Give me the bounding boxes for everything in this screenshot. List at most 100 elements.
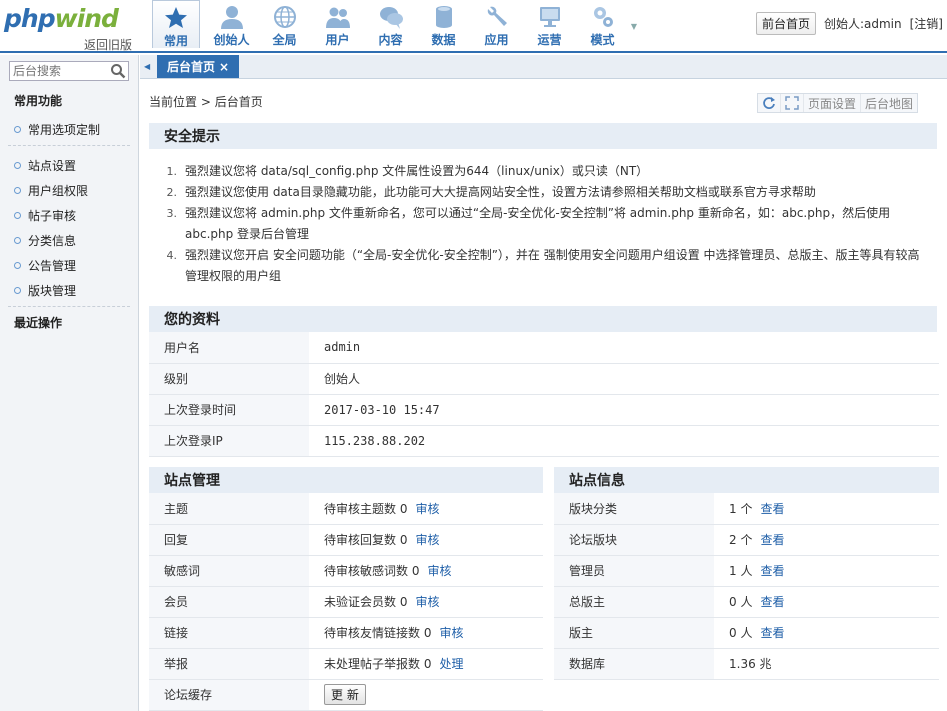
table-row: 管理员 1 人查看 <box>554 555 939 587</box>
view-super-moderators-link[interactable]: 查看 <box>760 595 784 609</box>
view-moderators-link[interactable]: 查看 <box>760 626 784 640</box>
database-icon <box>435 6 452 28</box>
sidebar-item-label: 帖子审核 <box>28 209 77 223</box>
handle-reports-link[interactable]: 处理 <box>439 657 463 671</box>
view-forums-link[interactable]: 查看 <box>760 533 784 547</box>
view-admins-link[interactable]: 查看 <box>760 564 784 578</box>
site-info-title: 站点信息 <box>554 467 939 493</box>
sidebar-item-post-review[interactable]: 帖子审核 <box>14 207 76 224</box>
page-settings-button[interactable]: 页面设置 <box>803 94 860 112</box>
tab-admin-home[interactable]: 后台首页 × <box>157 55 239 78</box>
nav-tab-users[interactable]: 用户 <box>311 0 364 48</box>
breadcrumb-page: 后台首页 <box>214 95 263 109</box>
refresh-icon[interactable] <box>758 94 780 112</box>
sidebar-search <box>9 61 129 81</box>
wrench-icon <box>487 6 507 27</box>
table-row: 总版主 0 人查看 <box>554 586 939 618</box>
logo[interactable]: phpwind 返回旧版 <box>4 4 134 52</box>
sidebar-item-label: 常用选项定制 <box>28 123 101 137</box>
table-row: 论坛版块 2 个查看 <box>554 524 939 556</box>
close-icon[interactable]: × <box>219 60 229 74</box>
table-row: 回复 待审核回复数 0 审核 <box>149 524 543 556</box>
table-row: 上次登录时间 2017-03-10 15:47 <box>149 394 939 426</box>
list-item: 1. 强烈建议您将 data/sql_config.php 文件属性设置为644（… <box>166 164 649 178</box>
breadcrumb: 当前位置 > 后台首页 <box>149 93 263 110</box>
logo-text: phpwind <box>4 4 119 33</box>
table-row: 会员 未验证会员数 0 审核 <box>149 586 543 618</box>
sidebar-recent-title[interactable]: 最近操作 <box>14 314 62 331</box>
bullet-icon <box>14 237 21 244</box>
bullet-icon <box>14 262 21 269</box>
chat-icon <box>379 7 403 29</box>
nav-tab-global[interactable]: 全局 <box>258 0 311 48</box>
chevron-left-icon[interactable]: ◀ <box>144 62 150 71</box>
profile-title: 您的资料 <box>149 306 937 332</box>
profile-table: 用户名 admin 级别 创始人 上次登录时间 2017-03-10 15:47 上次… <box>149 332 939 457</box>
person-icon <box>220 6 243 29</box>
update-cache-button[interactable]: 更 新 <box>324 684 366 705</box>
review-replies-link[interactable]: 审核 <box>415 533 439 547</box>
site-manage-title: 站点管理 <box>149 467 543 493</box>
bullet-icon <box>14 187 21 194</box>
user-bar: 前台首页 创始人:admin [注销] <box>755 12 943 35</box>
search-input[interactable] <box>10 62 108 80</box>
sidebar-item-announcements[interactable]: 公告管理 <box>14 257 76 274</box>
review-links-link[interactable]: 审核 <box>439 626 463 640</box>
nav-tab-content[interactable]: 内容 <box>364 0 417 48</box>
breadcrumb-location: 当前位置 <box>149 95 198 109</box>
table-row: 论坛缓存更 新 <box>149 679 543 711</box>
table-row: 版主 0 人查看 <box>554 617 939 649</box>
view-categories-link[interactable]: 查看 <box>760 502 784 516</box>
nav-tab-operations[interactable]: 运营 <box>523 0 576 48</box>
site-info-table: 版块分类 1 个查看 论坛版块 2 个查看 管理员 1 人查看 总版主 0 人查看 版主… <box>554 493 939 680</box>
table-row: 用户名 admin <box>149 332 939 364</box>
tab-label: 后台首页 <box>166 60 215 74</box>
sidebar-item-label: 站点设置 <box>28 159 77 173</box>
table-row: 版块分类 1 个查看 <box>554 493 939 525</box>
current-user: 创始人:admin <box>823 17 902 31</box>
search-icon[interactable] <box>110 63 126 79</box>
review-topics-link[interactable]: 审核 <box>415 502 439 516</box>
chevron-down-icon[interactable]: ▼ <box>631 22 637 31</box>
list-item: 3. 强烈建议您将 admin.php 文件重新命名，您可以通过“全局-安全优化-… <box>166 206 891 241</box>
top-header: phpwind 返回旧版 常用 创始人 全局 用户 内容 数据 应用 运营 模式… <box>0 0 947 53</box>
table-row: 敏感词 待审核敏感词数 0 审核 <box>149 555 543 587</box>
globe-icon <box>273 6 296 28</box>
sidebar-item-site-settings[interactable]: 站点设置 <box>14 157 76 174</box>
site-map-button[interactable]: 后台地图 <box>860 94 917 112</box>
sidebar-item-classified[interactable]: 分类信息 <box>14 232 76 249</box>
sidebar-item-custom[interactable]: 常用选项定制 <box>14 121 100 138</box>
table-row: 级别 创始人 <box>149 363 939 395</box>
nav-label: 应用 <box>484 33 509 47</box>
front-home-button[interactable]: 前台首页 <box>755 12 816 35</box>
nav-label: 模式 <box>590 33 615 47</box>
nav-label: 数据 <box>431 33 456 47</box>
fullscreen-icon[interactable] <box>780 94 803 112</box>
security-tips-list: 1. 强烈建议您将 data/sql_config.php 文件属性设置为644（… <box>149 161 939 287</box>
gears-icon <box>593 7 613 27</box>
nav-tab-common[interactable]: 常用 <box>152 0 200 48</box>
sidebar: 常用功能 常用选项定制 站点设置 用户组权限 帖子审核 分类信息 公告管理 版块… <box>0 55 139 711</box>
nav-tab-mode[interactable]: 模式 ▼ <box>576 0 637 48</box>
nav-label: 内容 <box>378 33 403 47</box>
nav-tab-data[interactable]: 数据 <box>417 0 470 48</box>
sidebar-item-label: 公告管理 <box>28 259 77 273</box>
review-members-link[interactable]: 审核 <box>415 595 439 609</box>
sidebar-item-label: 分类信息 <box>28 234 77 248</box>
list-item: 4. 强烈建议您开启 安全问题功能（“全局-安全优化-安全控制”），并在 强制使用… <box>166 248 920 283</box>
nav-tab-apps[interactable]: 应用 <box>470 0 523 48</box>
logout-link[interactable]: [注销] <box>910 15 943 32</box>
sidebar-item-label: 版块管理 <box>28 284 77 298</box>
security-tips-title: 安全提示 <box>149 123 937 149</box>
sidebar-section-title: 常用功能 <box>14 94 63 108</box>
users-icon <box>325 7 350 28</box>
star-icon <box>165 7 187 28</box>
nav-tab-founder[interactable]: 创始人 <box>205 0 258 48</box>
sidebar-item-group-permissions[interactable]: 用户组权限 <box>14 182 88 199</box>
back-to-old-version-link[interactable]: 返回旧版 <box>84 36 132 53</box>
bullet-icon <box>14 126 21 133</box>
review-words-link[interactable]: 审核 <box>427 564 451 578</box>
nav-label: 全局 <box>272 33 297 47</box>
table-row: 链接 待审核友情链接数 0 审核 <box>149 617 543 649</box>
sidebar-item-boards[interactable]: 版块管理 <box>14 282 76 299</box>
